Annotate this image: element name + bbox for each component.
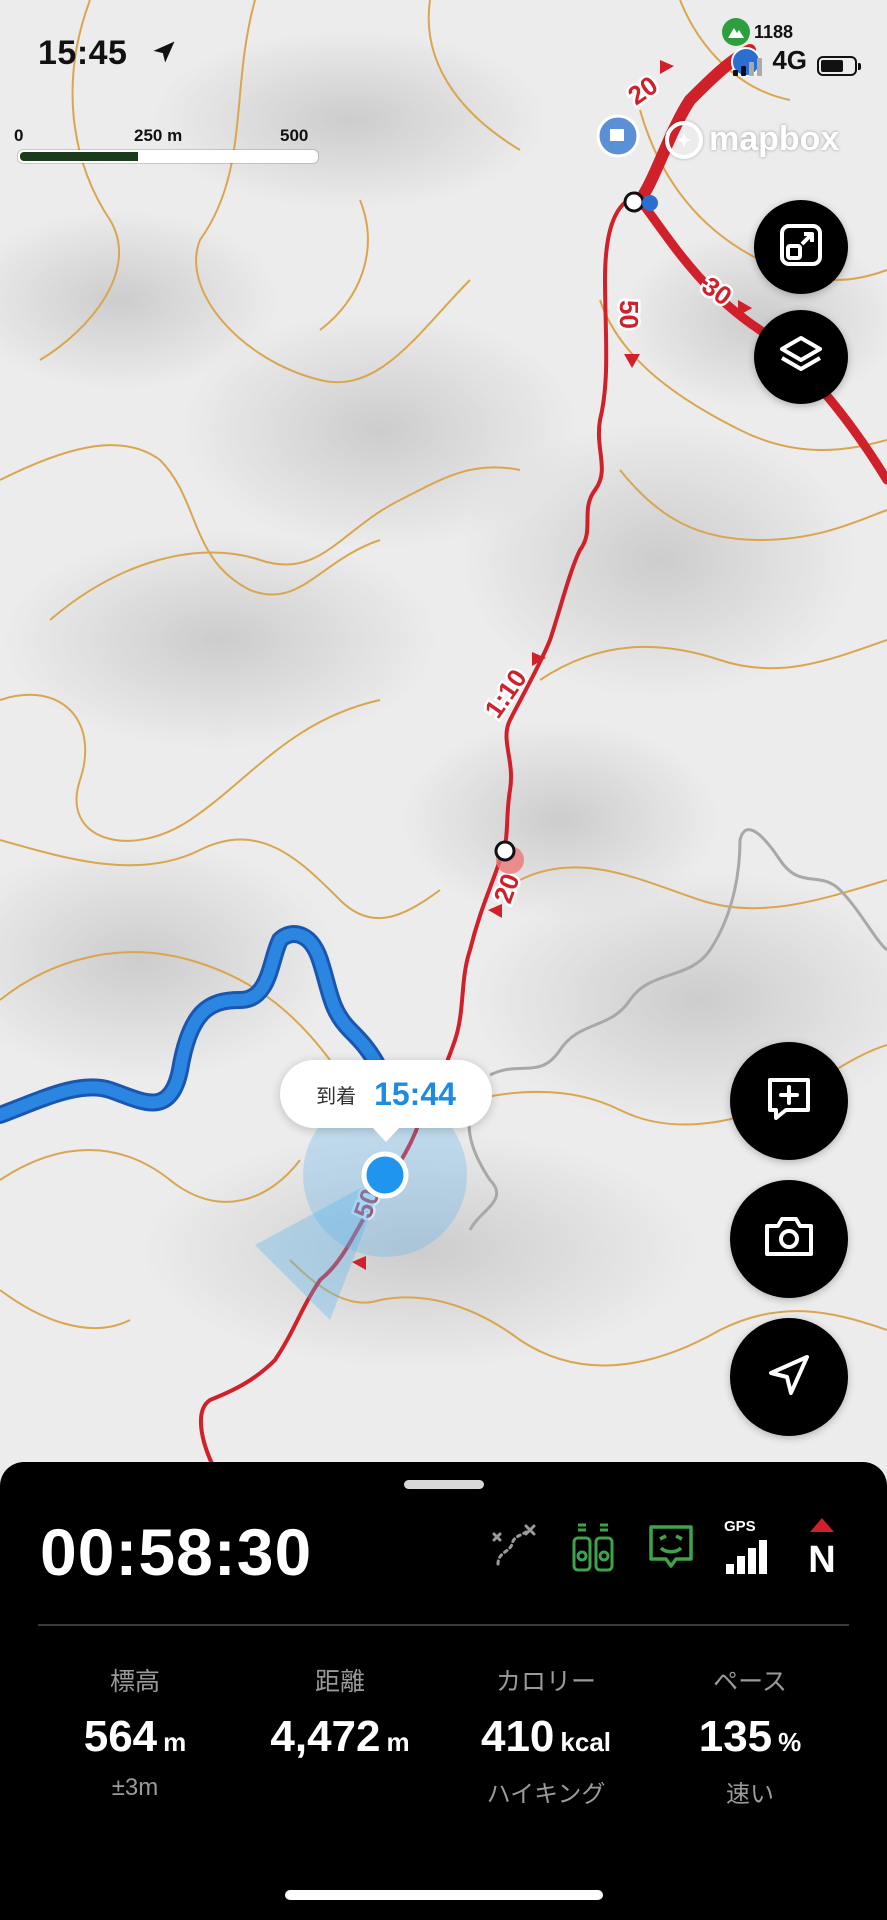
chat-icon[interactable] [646, 1522, 696, 1577]
home-indicator[interactable] [285, 1890, 603, 1900]
panel-drag-handle[interactable] [404, 1480, 484, 1489]
battery-icon [817, 56, 861, 76]
network-type: 4G [772, 45, 807, 75]
mapbox-logo-icon [665, 120, 703, 159]
layers-icon [778, 332, 824, 383]
arrival-label: 到着 [316, 1085, 357, 1108]
stat-unit: kcal [560, 1727, 612, 1757]
camera-button[interactable] [730, 1180, 848, 1298]
location-arrow-icon [150, 38, 178, 71]
elapsed-time: 00:58:30 [40, 1515, 313, 1589]
stat-unit: % [778, 1727, 802, 1757]
gps-signal-icon [724, 1536, 768, 1581]
stat-distance: 距離 4,472 m [240, 1662, 440, 1774]
stat-number: 4,472 [270, 1712, 381, 1761]
arrival-bubble[interactable]: 到着 15:44 [280, 1060, 492, 1142]
stat-unit: m [386, 1727, 410, 1757]
scale-label: 0 [14, 126, 24, 145]
stat-value: 135% [650, 1712, 850, 1762]
status-time: 15:45 [38, 34, 128, 72]
stat-pace: ペース 135% 速い [650, 1662, 850, 1809]
cell-signal-icon [733, 58, 763, 76]
route-off-icon[interactable] [490, 1522, 540, 1577]
navigate-icon [765, 1351, 813, 1404]
route-label: 20 [622, 70, 663, 111]
scale-label: 250 m [134, 126, 183, 145]
stat-label: 距離 [314, 1668, 365, 1696]
stat-sub: ±3m [111, 1774, 159, 1801]
map-layers-button[interactable] [754, 310, 848, 404]
gps-label: GPS [724, 1518, 756, 1535]
status-indicators: 4G [733, 26, 861, 76]
water-bottles-icon[interactable] [568, 1522, 618, 1579]
stat-value: 564 m [35, 1712, 235, 1762]
stat-calories: カロリー 410 kcal ハイキング [446, 1662, 646, 1809]
expand-icon [778, 222, 824, 273]
stat-sub: ハイキング [486, 1781, 606, 1808]
stat-sub: 速い [726, 1781, 774, 1808]
stat-label: ペース [713, 1668, 787, 1696]
expand-map-button[interactable] [754, 200, 848, 294]
panel-divider [38, 1624, 849, 1626]
activity-panel[interactable]: 00:58:30 GPS N 標高 564 m ±3m 距離 4,472 m カ… [0, 1462, 887, 1920]
compass-north-icon[interactable]: N [802, 1516, 842, 1583]
camera-icon [763, 1214, 815, 1265]
scale-bar: 0 250 m 500 m [14, 126, 318, 165]
status-icons-row: GPS N [490, 1518, 850, 1582]
add-note-icon [764, 1074, 814, 1129]
stat-number: 410 [480, 1712, 555, 1761]
stat-number: 564 [83, 1712, 158, 1761]
arrival-time: 15:44 [374, 1075, 456, 1112]
stat-value: 410 kcal [446, 1712, 646, 1762]
mapbox-attribution[interactable]: mapbox [665, 120, 839, 159]
stat-number: 135 [698, 1712, 773, 1761]
stat-label: 標高 [109, 1668, 160, 1696]
compass-label: N [808, 1539, 835, 1578]
mapbox-text: mapbox [709, 120, 840, 158]
stat-value: 4,472 m [240, 1712, 440, 1762]
stat-label: カロリー [495, 1668, 596, 1696]
stat-unit: m [163, 1727, 187, 1757]
stat-elevation: 標高 564 m ±3m [35, 1662, 235, 1802]
route-label: 50 [614, 300, 644, 329]
navigate-button[interactable] [730, 1318, 848, 1436]
add-note-button[interactable] [730, 1042, 848, 1160]
